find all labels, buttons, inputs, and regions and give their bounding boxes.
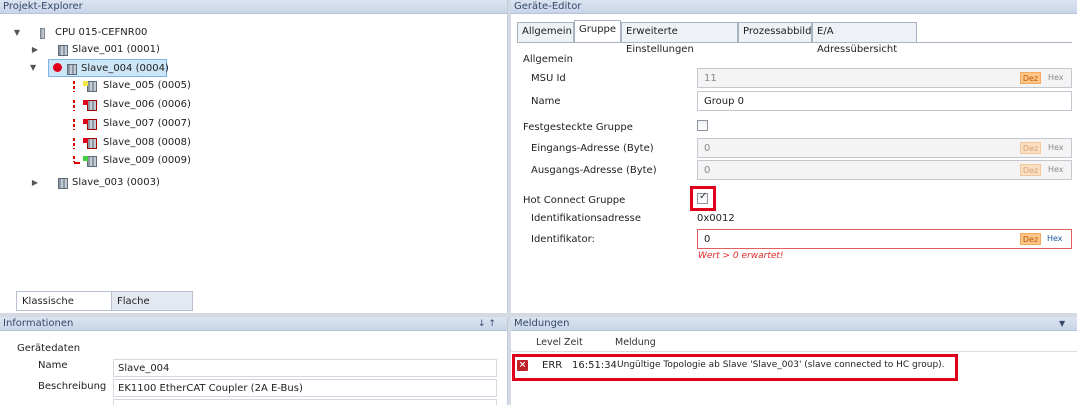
messages-title: Meldungen <box>511 317 1077 331</box>
id-address-label: Identifikationsadresse <box>531 213 641 224</box>
tab-gruppe[interactable]: Gruppe <box>574 20 621 43</box>
tree-label: Slave_001 (0001) <box>72 44 160 55</box>
info-next-value[interactable] <box>113 399 497 405</box>
name-label: Name <box>531 96 561 107</box>
tab-baseline <box>517 42 1072 43</box>
expand-arrow-icon[interactable]: ▼ <box>30 59 36 77</box>
error-dot-icon <box>53 63 62 72</box>
tree-node-slave-004[interactable]: Slave_004 (0004) <box>48 59 169 77</box>
red-status-icon <box>83 100 88 105</box>
tree-label: Slave_003 (0003) <box>72 177 160 188</box>
tree-label: Slave_009 (0009) <box>103 155 191 166</box>
slave-icon <box>87 156 97 167</box>
slave-icon <box>58 45 68 56</box>
device-data-label: Gerätedaten <box>17 343 81 354</box>
hex-button[interactable]: Hex <box>1048 73 1064 82</box>
dez-button[interactable]: Dez <box>1020 142 1041 154</box>
section-general: Allgemein <box>523 54 573 65</box>
tree-node-slave-003[interactable]: ▶ Slave_003 (0003) <box>0 174 300 192</box>
dez-button[interactable]: Dez <box>1020 164 1041 176</box>
hex-button[interactable]: Hex <box>1047 234 1063 243</box>
tree-node-cpu[interactable]: ▼ CPU 015-CEFNR00 <box>0 24 300 42</box>
tree-label: Slave_008 (0008) <box>103 137 191 148</box>
red-status-icon <box>83 119 88 124</box>
column-time[interactable]: Zeit <box>564 336 583 350</box>
dez-button[interactable]: Dez <box>1020 72 1041 84</box>
tree-label: Slave_005 (0005) <box>103 80 191 91</box>
tree-label: Slave_006 (0006) <box>103 99 191 110</box>
column-message[interactable]: Meldung <box>615 336 656 350</box>
yellow-status-icon <box>83 81 88 86</box>
chevron-down-icon[interactable]: ▼ <box>1059 317 1065 331</box>
hc-link-marker <box>73 81 75 92</box>
fixed-group-checkbox[interactable] <box>697 120 708 131</box>
highlight-box <box>512 354 958 381</box>
tab-allgemein[interactable]: Allgemein <box>517 22 574 42</box>
header-divider <box>511 351 1077 352</box>
slave-icon <box>87 100 97 111</box>
collapse-arrow-icon[interactable]: ▶ <box>30 41 40 59</box>
slave-icon <box>67 64 77 75</box>
hex-button[interactable]: Hex <box>1048 165 1064 174</box>
tab-flat-view[interactable]: Flache Ansicht <box>111 291 193 327</box>
highlight-box <box>690 186 716 211</box>
project-explorer: Projekt-Explorer ▼ CPU 015-CEFNR00 ▶ Sla… <box>0 0 508 327</box>
hc-link-marker <box>73 119 75 130</box>
hot-connect-label: Hot Connect Gruppe <box>523 195 626 206</box>
red-status-icon <box>83 138 88 143</box>
identifier-error: Wert > 0 erwartet! <box>698 251 784 261</box>
msu-field[interactable]: 11 <box>697 68 1072 88</box>
slave-icon <box>58 178 68 189</box>
tree-connector-line <box>74 162 80 164</box>
info-panel: Informationen ↓ ↑ Gerätedaten Name Slave… <box>0 317 508 405</box>
explorer-title: Projekt-Explorer <box>0 0 507 14</box>
name-field[interactable]: Group 0 <box>697 91 1072 111</box>
collapse-arrow-icon[interactable]: ▶ <box>30 174 40 192</box>
tab-ea-adressuebersicht[interactable]: E/A Adressübersicht <box>812 22 917 55</box>
identifier-label: Identifikator: <box>531 234 595 245</box>
msu-label: MSU Id <box>531 73 566 84</box>
expand-arrow-icon[interactable]: ▼ <box>12 24 22 42</box>
editor-title: Geräte-Editor <box>511 0 1077 14</box>
output-address-label: Ausgangs-Adresse (Byte) <box>531 165 657 176</box>
tree-label: Slave_004 (0004) <box>81 63 169 74</box>
info-title: Informationen <box>0 317 507 331</box>
tree-node-slave-008[interactable]: Slave_008 (0008) <box>0 134 300 152</box>
pin-icon[interactable]: ↓ ↑ <box>478 317 496 331</box>
slave-icon <box>87 138 97 149</box>
slave-icon <box>87 119 97 130</box>
tree-node-slave-005[interactable]: Slave_005 (0005) <box>0 77 300 95</box>
hex-button[interactable]: Hex <box>1048 143 1064 152</box>
column-level[interactable]: Level <box>536 336 561 350</box>
tab-classic-view[interactable]: Klassische Ansicht <box>16 291 111 327</box>
tree-node-slave-006[interactable]: Slave_006 (0006) <box>0 96 300 114</box>
tree-node-slave-009[interactable]: Slave_009 (0009) <box>0 152 300 170</box>
tree-node-slave-007[interactable]: Slave_007 (0007) <box>0 115 300 133</box>
green-status-icon <box>83 156 88 161</box>
id-address-value: 0x0012 <box>697 213 735 224</box>
tab-erweiterte-einstellungen[interactable]: Erweiterte Einstellungen <box>621 22 738 55</box>
cpu-icon <box>40 28 45 39</box>
identifier-field[interactable]: 0 <box>697 229 1072 249</box>
tab-prozessabbild[interactable]: Prozessabbild <box>738 22 812 42</box>
hc-link-marker <box>73 100 75 111</box>
dez-button[interactable]: Dez <box>1020 233 1041 245</box>
info-name-label: Name <box>38 360 68 371</box>
tree-label: Slave_007 (0007) <box>103 118 191 129</box>
info-description-value[interactable]: EK1100 EtherCAT Coupler (2A E-Bus) <box>113 379 497 397</box>
hc-link-marker <box>73 138 75 149</box>
fixed-group-label: Festgesteckte Gruppe <box>523 122 633 133</box>
tree-node-slave-001[interactable]: ▶ Slave_001 (0001) <box>0 41 300 59</box>
tree-label: CPU 015-CEFNR00 <box>55 27 148 38</box>
info-description-label: Beschreibung <box>38 381 107 392</box>
input-address-label: Eingangs-Adresse (Byte) <box>531 143 654 154</box>
input-address-field[interactable]: 0 <box>697 138 1072 158</box>
output-address-field[interactable]: 0 <box>697 160 1072 180</box>
info-name-value[interactable]: Slave_004 <box>113 359 497 377</box>
slave-icon <box>87 81 97 92</box>
